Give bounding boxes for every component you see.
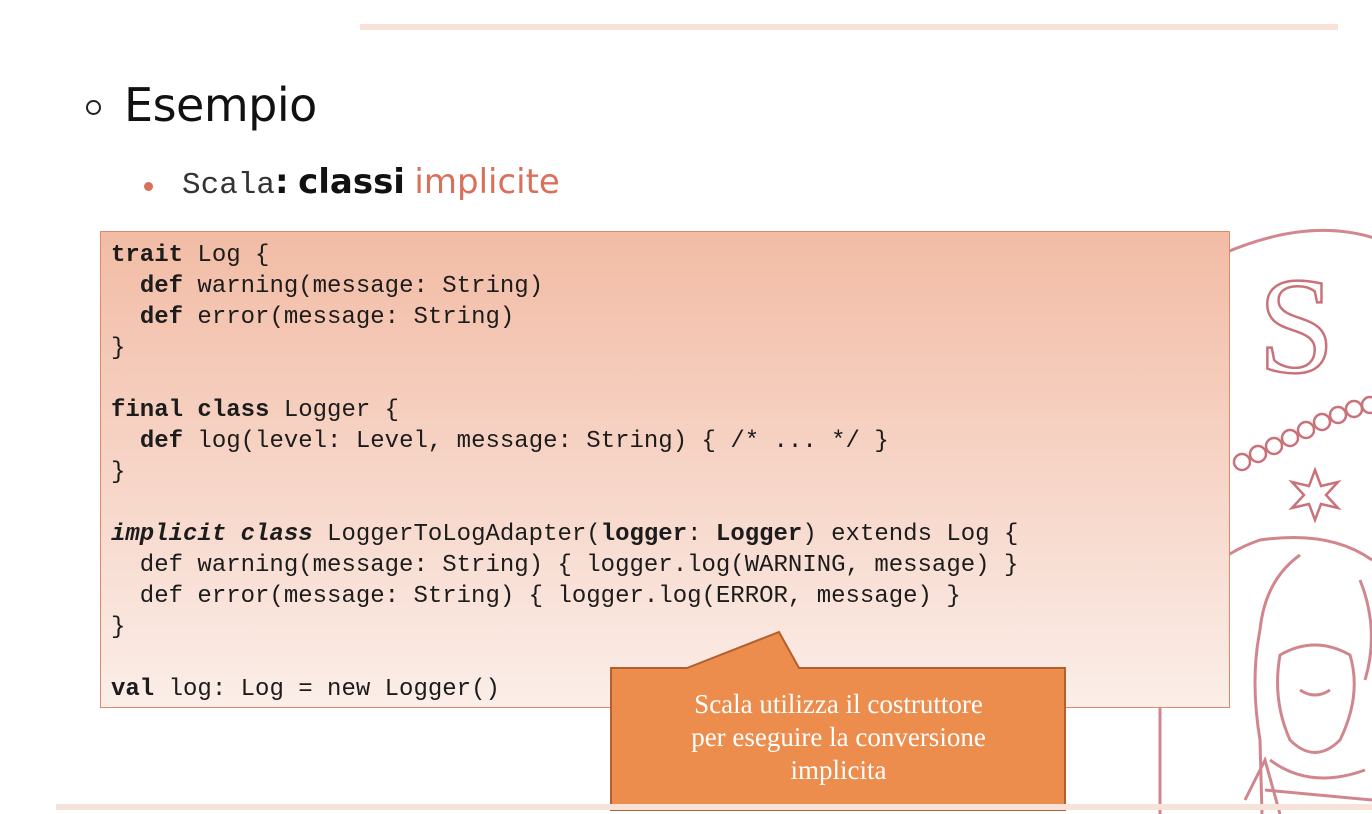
code-keyword: final class — [111, 397, 270, 424]
code-line: } — [111, 457, 1018, 488]
code-text: log(level: Level, message: String) { /* … — [183, 428, 889, 455]
code-text: def warning(message: String) { logger.lo… — [111, 552, 1019, 579]
code-keyword: def — [139, 273, 184, 300]
level1-bullet-icon — [86, 100, 101, 115]
code-text: def error(message: String) { logger.log(… — [111, 583, 961, 610]
code-text: warning(message: String) — [183, 273, 544, 300]
code-keyword: def — [139, 304, 184, 331]
level2-bullet-icon — [144, 182, 153, 191]
code-keyword: logger — [600, 521, 688, 548]
callout-line: per eseguire la conversione — [691, 722, 986, 752]
code-text: Log { — [183, 242, 270, 269]
code-text: Logger { — [269, 397, 400, 424]
code-keyword: val — [111, 676, 155, 703]
code-keyword: trait — [111, 242, 184, 269]
subtitle-topic: classi — [298, 162, 405, 202]
code-text: : — [687, 521, 716, 548]
slide-title: Esempio — [124, 78, 317, 132]
code-line: def warning(message: String) { logger.lo… — [111, 550, 1019, 581]
code-text: LoggerToLogAdapter( — [312, 521, 601, 548]
subtitle-separator: : — [275, 162, 289, 202]
subtitle-language: Scala — [182, 168, 276, 203]
bottom-divider — [56, 804, 1372, 810]
code-text: } — [111, 614, 126, 641]
top-divider — [360, 24, 1338, 30]
code-text: log: Log = new Logger() — [154, 676, 500, 703]
code-line: def log(level: Level, message: String) {… — [111, 426, 1018, 457]
code-keyword: implicit class — [111, 521, 313, 548]
code-keyword: Logger — [715, 521, 803, 548]
code-keyword: def — [139, 428, 184, 455]
callout-line: implicita — [790, 755, 887, 785]
code-line: final class Logger { — [111, 395, 1018, 426]
code-text: } — [111, 335, 126, 362]
code-text: error(message: String) — [183, 304, 515, 331]
code-line: def warning(message: String) — [111, 271, 1018, 302]
svg-text:S: S — [1258, 249, 1335, 402]
callout-line: Scala utilizza il costruttore — [694, 689, 983, 719]
slide-subtitle: Scala: classi implicite — [182, 162, 560, 203]
subtitle-topic-accent: implicite — [414, 162, 560, 202]
code-line: def error(message: String) — [111, 302, 1018, 333]
callout-text: Scala utilizza il costruttore per esegui… — [611, 688, 1066, 787]
code-text: ) extends Log { — [802, 521, 1019, 548]
code-text: } — [111, 459, 126, 486]
code-line: def error(message: String) { logger.log(… — [111, 581, 1018, 612]
code-line: implicit class LoggerToLogAdapter(logger… — [111, 519, 1018, 550]
code-line: } — [111, 333, 1018, 364]
code-line: trait Log { — [111, 240, 1018, 271]
